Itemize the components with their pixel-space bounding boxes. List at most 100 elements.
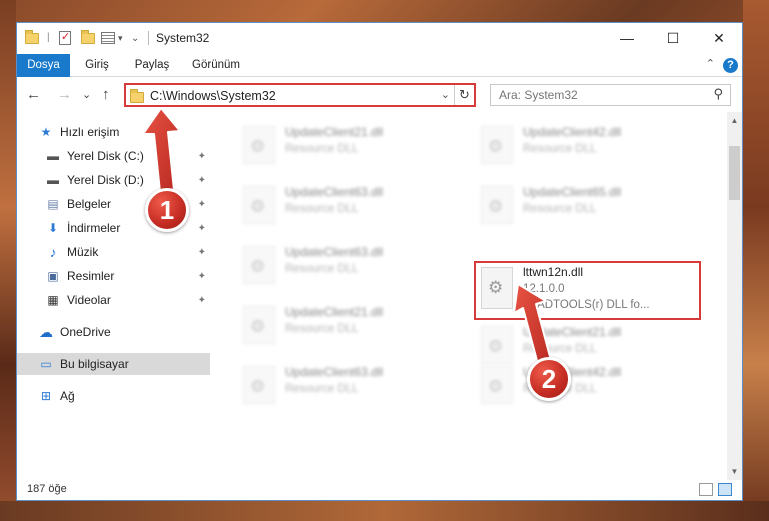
view-options-icon[interactable] [101, 29, 115, 47]
dll-file-icon [481, 366, 513, 404]
file-type: Resource DLL [523, 203, 597, 215]
star-icon: ★ [40, 125, 52, 139]
dll-file-icon [243, 186, 275, 224]
recent-locations-icon[interactable]: ⌄ [82, 88, 91, 101]
details-view-icon[interactable] [699, 483, 713, 496]
sidebar-item-label: Videolar [67, 293, 111, 307]
dll-file-icon [481, 126, 513, 164]
tab-view[interactable]: Görünüm [187, 54, 245, 77]
file-tile[interactable]: UpdateClient21.dll Resource DLL [237, 122, 465, 168]
sidebar-item-local-disk-c[interactable]: ▬ Yerel Disk (C:) ✦ [17, 145, 210, 167]
status-bar: 187 öğe [17, 480, 742, 500]
file-type: Resource DLL [523, 143, 597, 155]
file-type: Resource DLL [285, 203, 359, 215]
tab-share[interactable]: Paylaş [129, 54, 175, 77]
sidebar-item-local-disk-d[interactable]: ▬ Yerel Disk (D:) ✦ [17, 169, 210, 191]
file-type: Resource DLL [285, 383, 359, 395]
file-name: UpdateClient63.dll [285, 245, 384, 259]
sidebar-item-label: Yerel Disk (C:) [67, 149, 144, 163]
sidebar-item-quick-access[interactable]: ★ Hızlı erişim [17, 121, 210, 143]
properties-icon[interactable] [59, 29, 71, 47]
address-row: ← → ⌄ ↑ C:\Windows\System32 ⌄ ↻ ⚲ [17, 78, 742, 112]
file-name: UpdateClient21.dll [285, 305, 384, 319]
pin-icon[interactable]: ✦ [198, 295, 206, 306]
vertical-scrollbar[interactable]: ▲ ▼ [727, 112, 742, 480]
folder-icon [25, 29, 39, 47]
file-tile[interactable]: UpdateClient42.dll Resource DLL [475, 362, 703, 408]
sidebar-item-label: Ağ [60, 389, 75, 403]
sidebar-item-label: Yerel Disk (D:) [67, 173, 144, 187]
computer-icon: ▭ [40, 357, 52, 371]
file-name: UpdateClient21.dll [285, 125, 384, 139]
file-name: UpdateClient63.dll [285, 185, 384, 199]
sidebar-item-pictures[interactable]: ▣ Resimler ✦ [17, 265, 210, 287]
documents-icon: ▤ [47, 197, 59, 211]
explorer-window: | ▾ ⌄ System32 — ☐ ✕ Dosya Giriş Paylaş … [16, 22, 743, 501]
desktop-background-bottom [0, 501, 769, 521]
sidebar-item-label: Belgeler [67, 197, 112, 211]
address-path[interactable]: C:\Windows\System32 [150, 89, 276, 103]
search-icon[interactable]: ⚲ [713, 86, 723, 102]
address-dropdown-icon[interactable]: ⌄ [441, 88, 450, 101]
scroll-thumb[interactable] [729, 146, 740, 200]
tab-file[interactable]: Dosya [17, 54, 70, 77]
sidebar-item-label: Bu bilgisayar [60, 357, 129, 371]
address-bar[interactable]: C:\Windows\System32 ⌄ ↻ [124, 83, 476, 107]
help-icon[interactable]: ? [723, 58, 738, 73]
back-button[interactable]: ← [26, 86, 41, 103]
sidebar-item-label: Hızlı erişim [60, 125, 120, 139]
pin-icon[interactable]: ✦ [198, 247, 206, 258]
pin-icon[interactable]: ✦ [198, 175, 206, 186]
up-button[interactable]: ↑ [102, 86, 110, 103]
scroll-down-icon[interactable]: ▼ [727, 463, 742, 480]
file-type: Resource DLL [285, 263, 359, 275]
pin-icon[interactable]: ✦ [198, 199, 206, 210]
sidebar-item-network[interactable]: ⊞ Ağ [17, 385, 210, 407]
cloud-icon: ☁ [39, 323, 53, 340]
sidebar-item-videos[interactable]: ▦ Videolar ✦ [17, 289, 210, 311]
sidebar-item-onedrive[interactable]: ☁ OneDrive [17, 321, 210, 343]
desktop-background-left [0, 0, 16, 521]
file-type: Resource DLL [285, 143, 359, 155]
drive-icon: ▬ [47, 173, 59, 187]
new-folder-icon[interactable] [81, 29, 95, 47]
minimize-button[interactable]: — [604, 23, 650, 53]
title-separator [148, 31, 149, 45]
customize-toolbar-icon[interactable]: ⌄ [131, 29, 139, 47]
pictures-icon: ▣ [47, 269, 59, 283]
pin-icon[interactable]: ✦ [198, 271, 206, 282]
dll-file-icon [243, 246, 275, 284]
sidebar-item-label: OneDrive [60, 325, 111, 339]
tab-home[interactable]: Giriş [77, 54, 117, 77]
file-name: UpdateClient65.dll [523, 185, 622, 199]
sidebar-item-music[interactable]: ♪ Müzik ✦ [17, 241, 210, 263]
file-tile[interactable]: UpdateClient42.dll Resource DLL [475, 122, 703, 168]
refresh-button[interactable]: ↻ [454, 85, 474, 105]
sidebar-item-label: Resimler [67, 269, 115, 283]
title-bar: | ▾ ⌄ System32 — ☐ ✕ [17, 23, 742, 53]
window-title: System32 [156, 31, 210, 45]
dll-file-icon [481, 186, 513, 224]
pin-icon[interactable]: ✦ [198, 151, 206, 162]
step-2-badge: 2 [527, 357, 571, 401]
large-icons-view-icon[interactable] [718, 483, 732, 496]
sidebar-item-this-pc[interactable]: ▭ Bu bilgisayar [17, 353, 210, 375]
file-tile[interactable]: UpdateClient65.dll Resource DLL [475, 182, 703, 228]
file-tile[interactable]: UpdateClient63.dll Resource DLL [237, 182, 465, 228]
quick-access-dropdown-icon[interactable]: ▾ [118, 29, 123, 47]
file-tile[interactable]: UpdateClient63.dll Resource DLL [237, 362, 465, 408]
forward-button[interactable]: → [57, 86, 72, 103]
collapse-ribbon-icon[interactable]: ⌃ [706, 57, 715, 70]
search-input[interactable] [499, 87, 699, 103]
search-box[interactable]: ⚲ [490, 84, 731, 106]
separator: | [47, 31, 50, 43]
file-type: Resource DLL [285, 323, 359, 335]
file-name: UpdateClient21.dll [523, 325, 622, 339]
file-tile[interactable]: UpdateClient21.dll Resource DLL [237, 302, 465, 348]
maximize-button[interactable]: ☐ [650, 23, 696, 53]
pin-icon[interactable]: ✦ [198, 223, 206, 234]
scroll-up-icon[interactable]: ▲ [727, 112, 742, 129]
file-tile[interactable]: UpdateClient63.dll Resource DLL [237, 242, 465, 288]
close-button[interactable]: ✕ [696, 23, 742, 53]
file-list: UpdateClient21.dll Resource DLL UpdateCl… [213, 112, 727, 480]
